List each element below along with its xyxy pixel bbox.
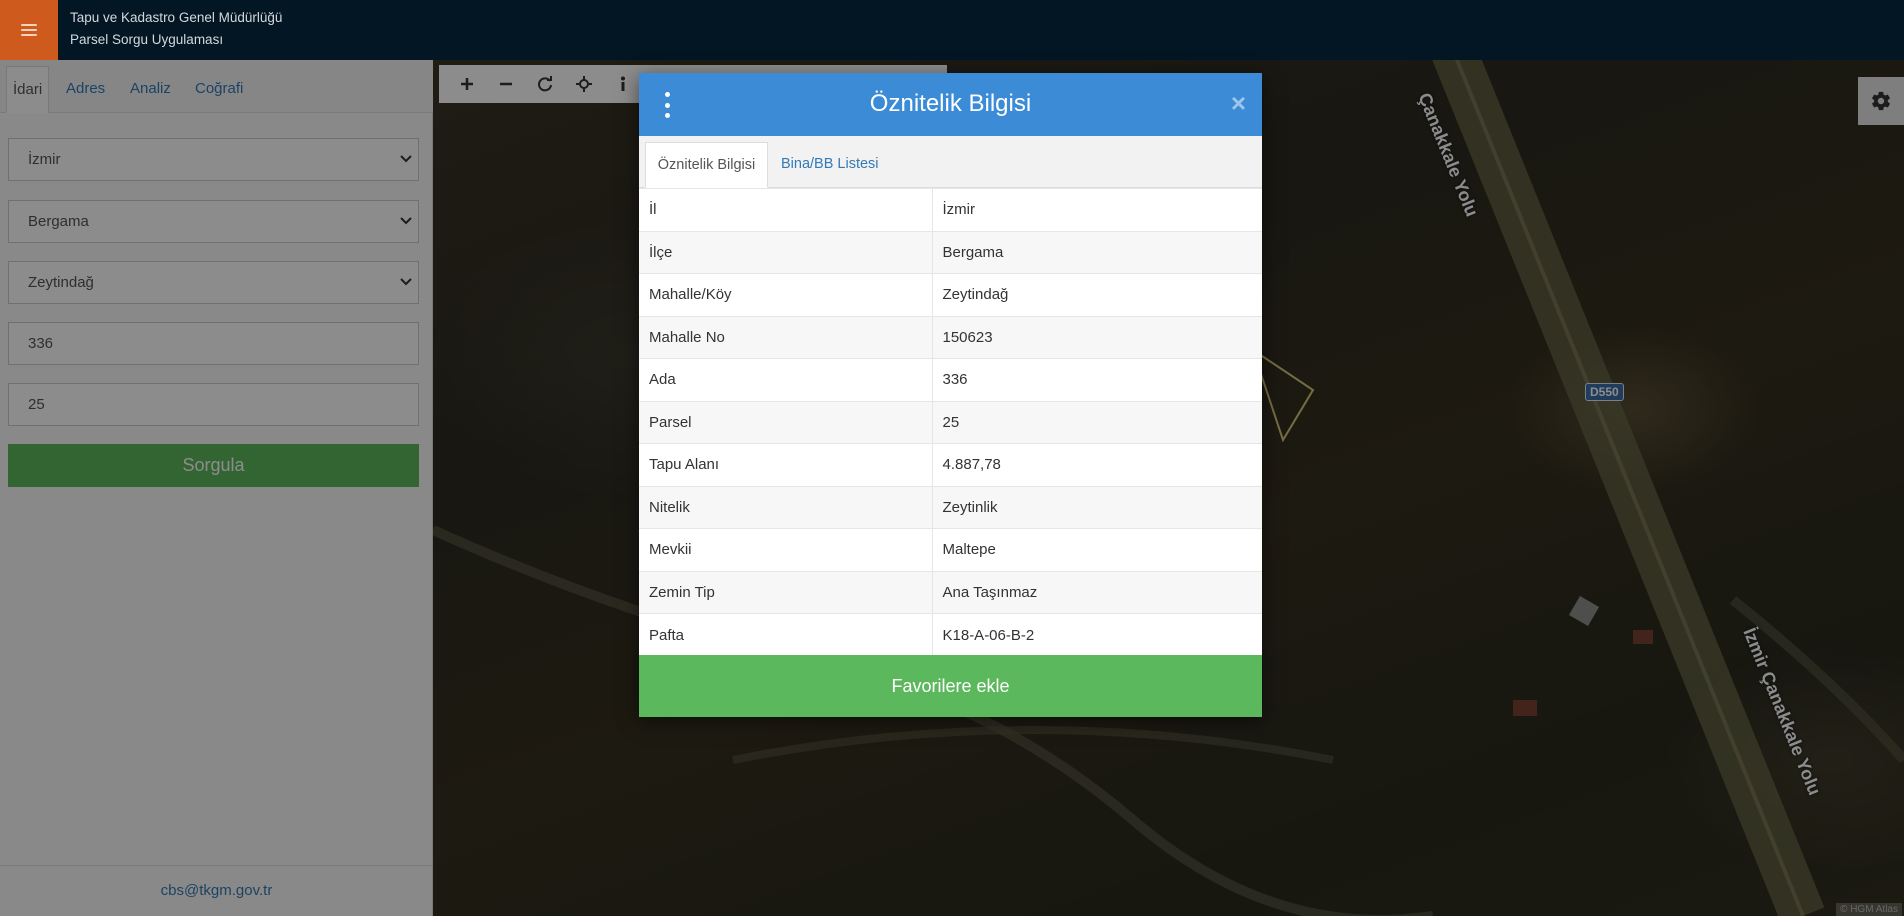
- attribute-value: 25: [932, 400, 1262, 444]
- attribute-key: İlçe: [639, 230, 933, 274]
- attribute-value: 336: [932, 358, 1262, 401]
- attribute-key: İl: [639, 188, 933, 231]
- modal-title: Öznitelik Bilgisi: [869, 90, 1032, 117]
- attribute-key: Mahalle/Köy: [639, 273, 933, 316]
- attribute-key: Mevkii: [639, 528, 933, 571]
- hamburger-icon: [21, 24, 37, 36]
- attribute-key: Ada: [639, 358, 933, 401]
- table-row: İlçe Bergama: [639, 230, 1262, 274]
- table-row: Ada 336: [639, 358, 1262, 401]
- tab-bina-listesi[interactable]: Bina/BB Listesi: [781, 142, 879, 188]
- table-row: Mevkii Maltepe: [639, 528, 1262, 571]
- table-row: Parsel 25: [639, 400, 1262, 444]
- attribute-value: K18-A-06-B-2: [932, 613, 1262, 656]
- table-row: Pafta K18-A-06-B-2: [639, 613, 1262, 656]
- table-row: Mahalle No 150623: [639, 315, 1262, 359]
- add-favorite-button[interactable]: Favorilere ekle: [639, 655, 1262, 717]
- modal-tabs: Öznitelik Bilgisi Bina/BB Listesi: [639, 136, 1262, 188]
- table-row: Zemin Tip Ana Taşınmaz: [639, 570, 1262, 614]
- tab-oznitelik[interactable]: Öznitelik Bilgisi: [645, 142, 768, 188]
- kebab-menu-icon[interactable]: [663, 92, 671, 118]
- app-title-line2: Parsel Sorgu Uygulaması: [70, 32, 224, 47]
- table-row: Mahalle/Köy Zeytindağ: [639, 273, 1262, 316]
- attribute-value: Zeytinlik: [932, 485, 1262, 529]
- attribute-value: Ana Taşınmaz: [932, 570, 1262, 614]
- attribute-value: Bergama: [932, 230, 1262, 274]
- attribute-value: İzmir: [932, 188, 1262, 231]
- hamburger-menu-button[interactable]: [0, 0, 58, 60]
- close-icon[interactable]: ×: [1231, 90, 1246, 116]
- attribute-value: Zeytindağ: [932, 273, 1262, 316]
- attribute-key: Parsel: [639, 400, 933, 444]
- attribute-table: İl İzmir İlçe Bergama Mahalle/Köy Zeytindağ Ma…: [639, 188, 1262, 656]
- top-header: Tapu ve Kadastro Genel Müdürlüğü Parsel …: [0, 0, 1904, 60]
- table-row: Nitelik Zeytinlik: [639, 485, 1262, 529]
- attribute-key: Tapu Alanı: [639, 443, 933, 486]
- table-row: İl İzmir: [639, 188, 1262, 231]
- attribute-key: Mahalle No: [639, 315, 933, 359]
- attribute-key: Pafta: [639, 613, 933, 656]
- app-title: Tapu ve Kadastro Genel Müdürlüğü Parsel …: [70, 7, 282, 51]
- table-row: Tapu Alanı 4.887,78: [639, 443, 1262, 486]
- attribute-key: Nitelik: [639, 485, 933, 529]
- attribute-value: 150623: [932, 315, 1262, 359]
- app-title-line1: Tapu ve Kadastro Genel Müdürlüğü: [70, 10, 283, 25]
- modal-header: Öznitelik Bilgisi ×: [639, 73, 1262, 136]
- attribute-value: 4.887,78: [932, 443, 1262, 486]
- attribute-value: Maltepe: [932, 528, 1262, 571]
- attribute-key: Zemin Tip: [639, 570, 933, 614]
- attribute-modal: Öznitelik Bilgisi × Öznitelik Bilgisi Bi…: [639, 73, 1262, 717]
